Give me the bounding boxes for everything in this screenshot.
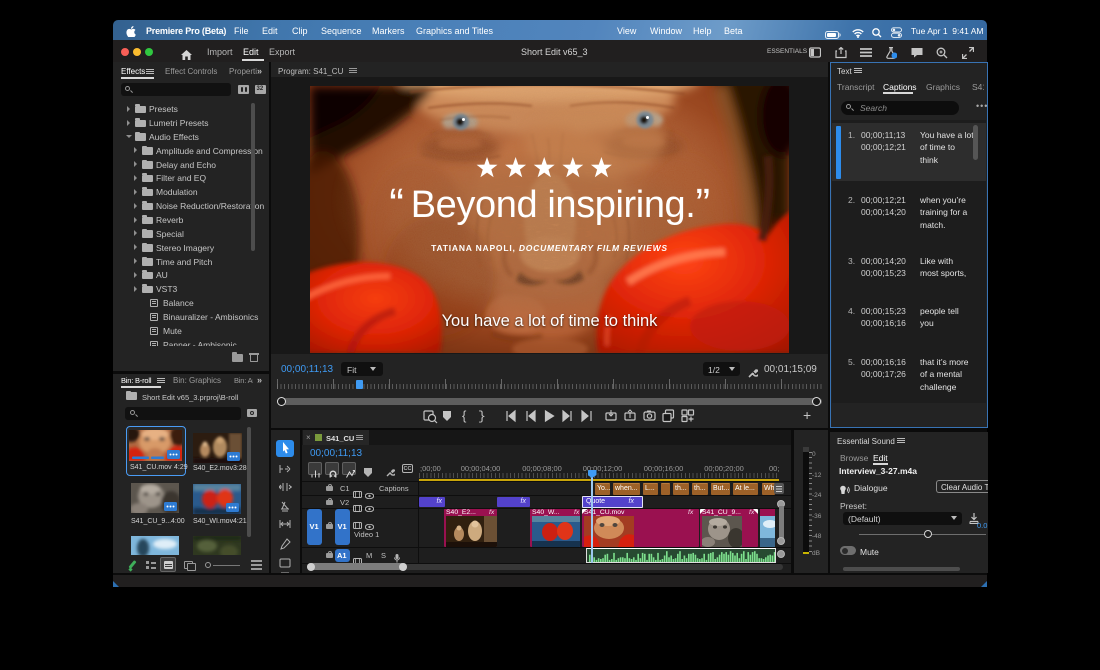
svg-text:}: } [478,409,486,424]
svg-text:{: { [462,408,467,423]
